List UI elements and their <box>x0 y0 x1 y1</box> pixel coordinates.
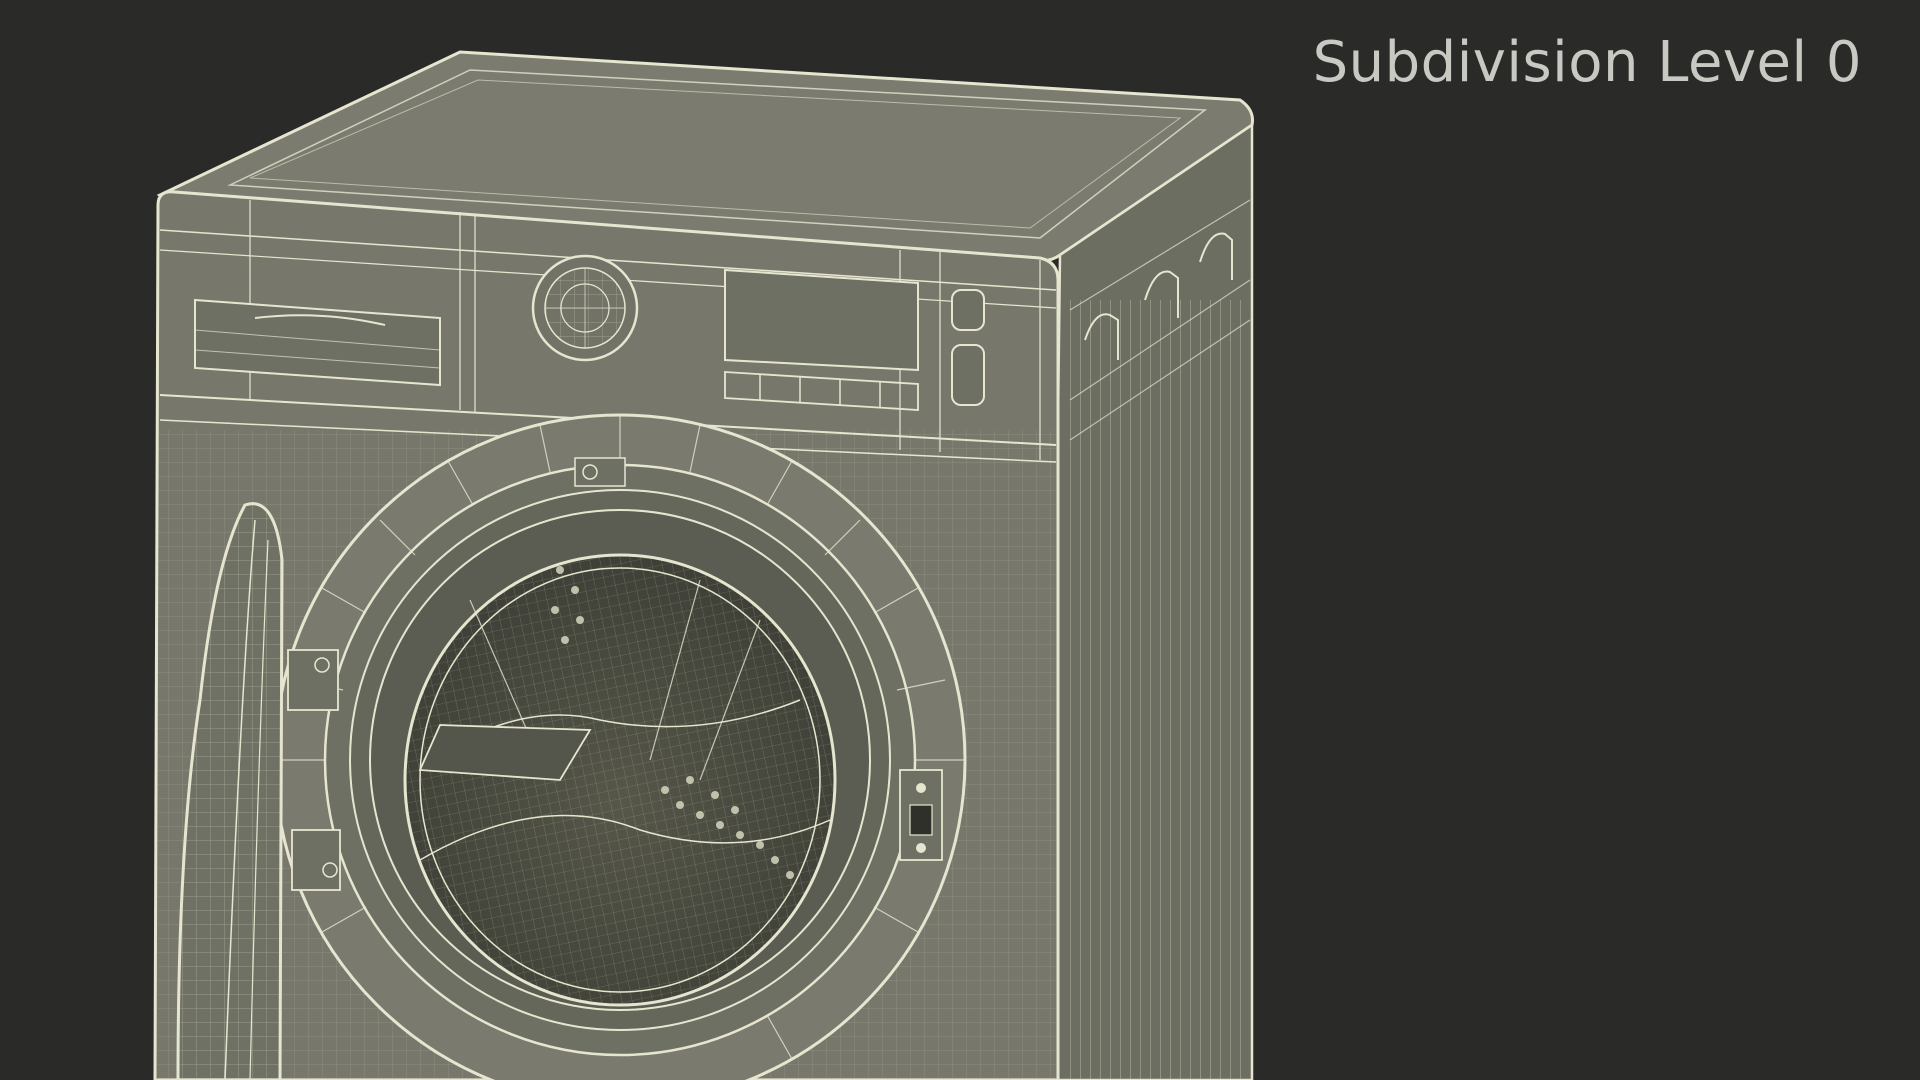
wireframe-render <box>153 50 1254 1080</box>
door-latch <box>899 769 943 861</box>
subdivision-level-label: Subdivision Level 0 <box>1312 30 1862 95</box>
program-knob <box>531 254 639 362</box>
drum-opening <box>403 553 837 1007</box>
render-viewport: Subdivision Level 0 <box>0 0 1920 1080</box>
machine-side-panel <box>1048 122 1254 1080</box>
control-buttons <box>951 289 985 406</box>
